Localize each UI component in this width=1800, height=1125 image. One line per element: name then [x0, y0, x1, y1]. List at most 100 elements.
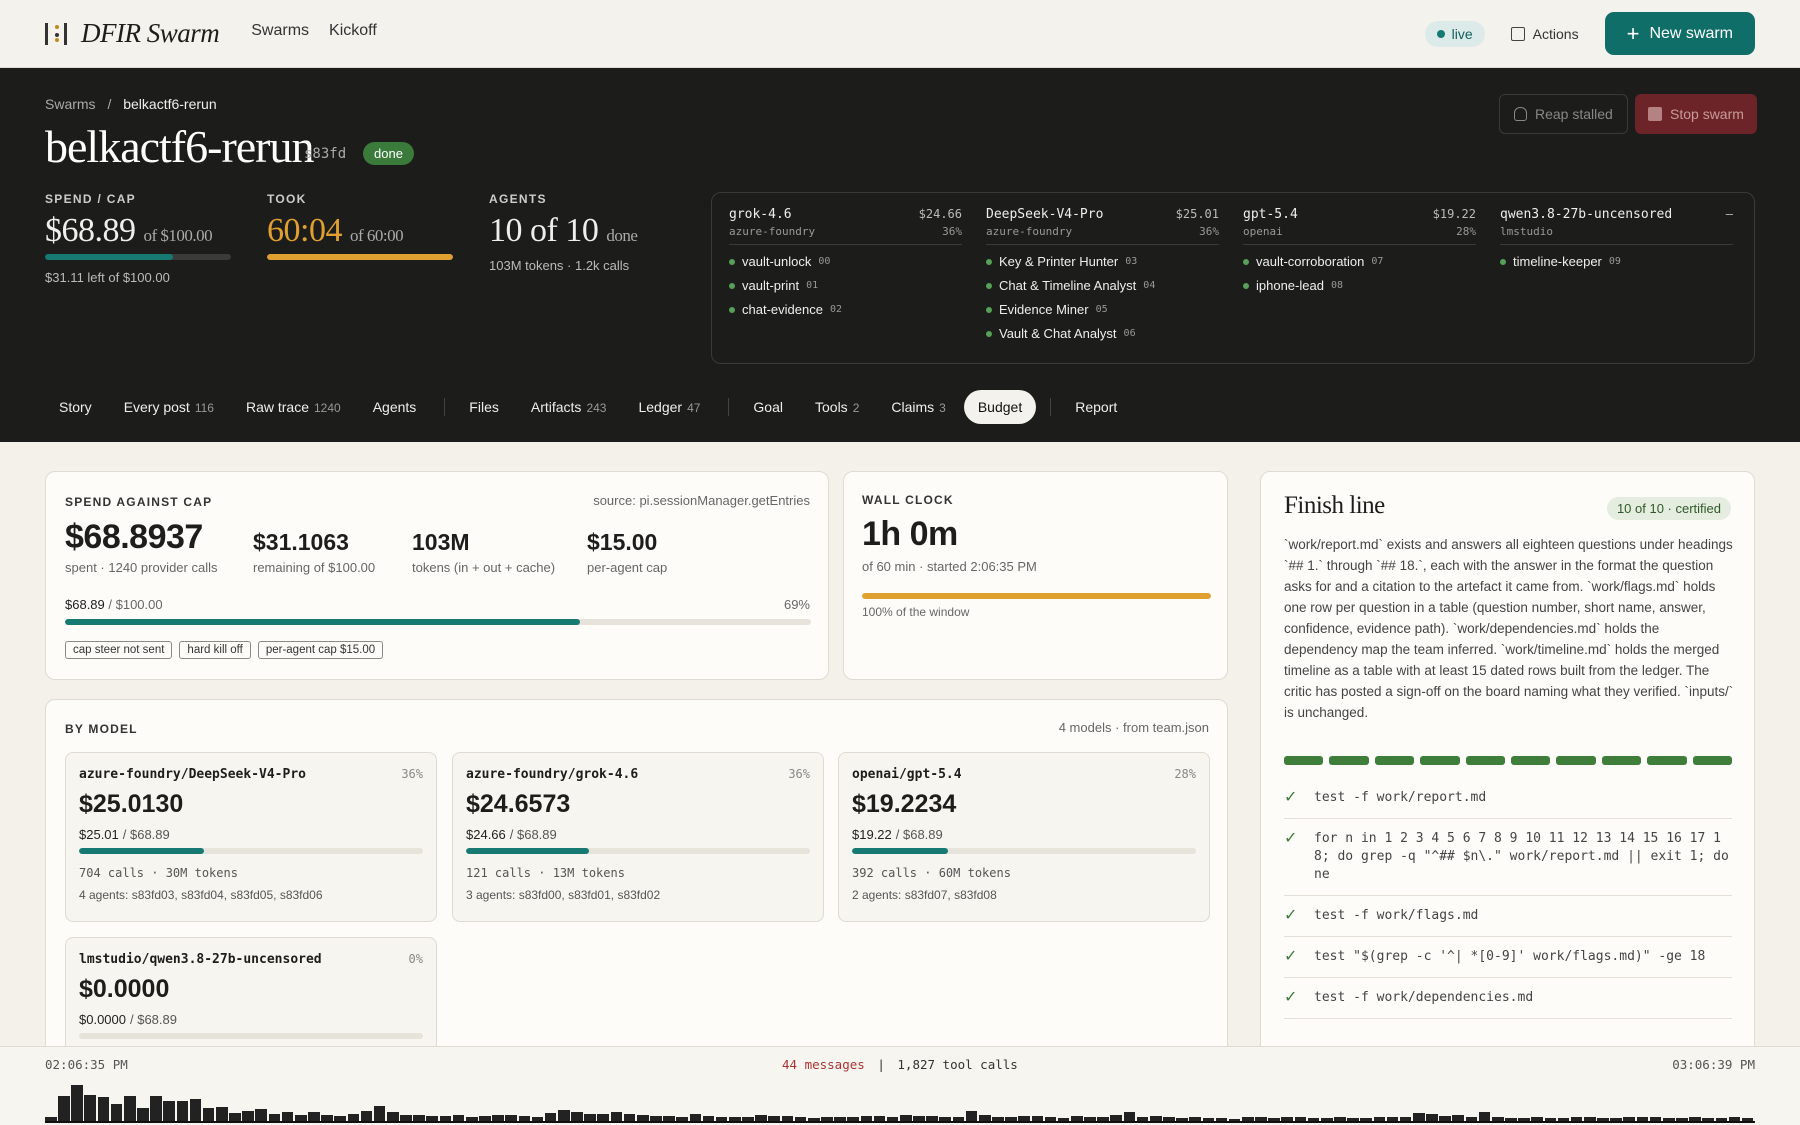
timeline-bar — [1413, 1112, 1425, 1121]
tab-report[interactable]: Report — [1061, 390, 1131, 424]
timeline-bar — [1294, 1116, 1307, 1121]
model-calls-tokens: 121 calls · 13M tokens — [466, 866, 625, 880]
team-agent[interactable]: vault-corroboration 07 — [1243, 254, 1476, 269]
timeline-bar — [45, 1116, 57, 1121]
model-cost-total: / $68.89 — [122, 827, 170, 842]
timeline-bar — [1347, 1117, 1359, 1121]
nav-swarms[interactable]: Swarms — [251, 22, 309, 40]
check-icon: ✓ — [1284, 789, 1298, 806]
team-agent[interactable]: timeline-keeper 09 — [1500, 254, 1733, 269]
remaining-metric: $31.1063 remaining of $100.00 — [253, 529, 375, 575]
timeline-bar — [1636, 1116, 1649, 1121]
timeline-bar — [1044, 1116, 1057, 1121]
tab-claims[interactable]: Claims 3 — [877, 390, 959, 424]
timeline-bar — [1452, 1114, 1465, 1121]
timeline-bar — [571, 1111, 583, 1121]
wall-clock-value: 1h 0m — [862, 515, 958, 553]
team-agent[interactable]: Key & Printer Hunter 03 — [986, 254, 1219, 269]
wall-clock-card: WALL CLOCK 1h 0m of 60 min · started 2:0… — [843, 471, 1228, 680]
tab-ledger[interactable]: Ledger 47 — [624, 390, 714, 424]
tab-budget[interactable]: Budget — [963, 390, 1037, 424]
tab-tools[interactable]: Tools 2 — [801, 390, 873, 424]
criteria-segment — [1556, 756, 1596, 765]
team-agent[interactable]: iphone-lead 08 — [1243, 278, 1476, 293]
timeline-bar — [1597, 1117, 1609, 1121]
timeline-bar — [1123, 1111, 1136, 1121]
agent-name: Chat & Timeline Analyst — [999, 278, 1137, 293]
model-card[interactable]: azure-foundry/DeepSeek-V4-Pro 36% $25.0130… — [65, 752, 437, 922]
timeline-bar — [347, 1113, 360, 1121]
team-model-row: qwen3.8-27b-uncensored – — [1500, 207, 1733, 222]
team-provider-row: azure-foundry 36% — [729, 225, 962, 245]
app-name: DFIR Swarm — [81, 18, 220, 48]
check-item: ✓ test -f work/flags.md — [1284, 896, 1732, 937]
tab-agents[interactable]: Agents — [359, 390, 431, 424]
team-agent[interactable]: Vault & Chat Analyst 06 — [986, 326, 1219, 341]
agents-stat: AGENTS 10 of 10 done 103M tokens · 1.2k … — [489, 192, 689, 273]
agent-status-dot-icon — [986, 258, 992, 265]
tab-story[interactable]: Story — [45, 390, 106, 424]
timeline-bar — [216, 1106, 228, 1121]
agent-number: 07 — [1371, 256, 1384, 267]
stop-swarm-button[interactable]: Stop swarm — [1635, 94, 1757, 134]
model-share-pct: 28% — [1174, 767, 1196, 781]
remaining-value: $31.1063 — [253, 529, 349, 555]
tab-files[interactable]: Files — [455, 390, 513, 424]
timeline-bar — [807, 1117, 820, 1121]
breadcrumb-current: belkactf6-rerun — [123, 96, 217, 112]
model-share-bar — [79, 1033, 423, 1039]
timeline-bar — [387, 1111, 399, 1121]
tab-divider — [728, 398, 730, 416]
timeline-bar — [821, 1116, 833, 1121]
actions-button[interactable]: Actions — [1499, 20, 1591, 48]
timeline-bar — [1373, 1116, 1386, 1121]
model-card[interactable]: azure-foundry/grok-4.6 36% $24.6573 $24.66/… — [452, 752, 824, 922]
tab-goal[interactable]: Goal — [739, 390, 797, 424]
new-swarm-label: New swarm — [1649, 24, 1733, 42]
spend-progress — [45, 254, 231, 260]
nav-kickoff[interactable]: Kickoff — [329, 22, 377, 40]
tab-raw-trace[interactable]: Raw trace 1240 — [232, 390, 355, 424]
agent-name: vault-print — [742, 278, 800, 293]
timeline-bar — [1281, 1116, 1294, 1121]
spend-cap-bar — [65, 619, 811, 625]
actions-label: Actions — [1532, 25, 1579, 42]
reap-stalled-button[interactable]: Reap stalled — [1499, 94, 1628, 134]
model-card[interactable]: openai/gpt-5.4 28% $19.2234 $19.22/ $68.89 3… — [838, 752, 1210, 922]
tab-count: 1240 — [314, 401, 341, 415]
timeline-bar — [610, 1111, 623, 1121]
team-share-pct: 28% — [1456, 225, 1476, 238]
team-agent[interactable]: Chat & Timeline Analyst 04 — [986, 278, 1219, 293]
breadcrumb-swarms[interactable]: Swarms — [45, 96, 96, 112]
new-swarm-button[interactable]: + New swarm — [1604, 12, 1755, 55]
timeline-bar — [1518, 1117, 1530, 1121]
check-item: ✓ test -f work/report.md — [1284, 778, 1732, 819]
team-agent[interactable]: vault-unlock 00 — [729, 254, 962, 269]
timeline-bar — [176, 1101, 189, 1121]
team-agent[interactable]: vault-print 01 — [729, 278, 962, 293]
tab-label: Ledger — [638, 399, 683, 415]
team-agent[interactable]: chat-evidence 02 — [729, 302, 962, 317]
timeline-bar — [584, 1113, 596, 1121]
agent-status-dot-icon — [986, 282, 992, 289]
spend-caption: SPEND AGAINST CAP — [65, 495, 213, 509]
app-logo[interactable]: DFIR Swarm — [45, 18, 220, 49]
agent-name: Evidence Miner — [999, 302, 1089, 317]
timeline-histogram[interactable] — [45, 1085, 1755, 1123]
timeline-bar — [452, 1114, 465, 1121]
timeline-bar — [492, 1114, 504, 1121]
model-cost: $19.2234 — [852, 790, 957, 818]
tab-every-post[interactable]: Every post 116 — [110, 390, 228, 424]
tab-artifacts[interactable]: Artifacts 243 — [517, 390, 621, 424]
model-cost-short: $19.22 — [852, 827, 892, 842]
model-header: azure-foundry/DeepSeek-V4-Pro 36% — [79, 767, 423, 782]
timeline-bar — [992, 1116, 1004, 1121]
check-command: for n in 1 2 3 4 5 6 7 8 9 10 11 12 13 1… — [1314, 831, 1729, 882]
tab-bar: Story Every post 116 Raw trace 1240 Agents Fil… — [45, 390, 1135, 424]
timeline-start: 02:06:35 PM — [45, 1057, 128, 1072]
finish-line-card: Finish line 10 of 10 · certified `work/r… — [1260, 471, 1755, 1079]
tokens-metric: 103M tokens (in + out + cache) — [412, 529, 555, 575]
team-agent[interactable]: Evidence Miner 05 — [986, 302, 1219, 317]
timeline-bar — [544, 1112, 557, 1121]
criteria-segment — [1601, 756, 1642, 765]
